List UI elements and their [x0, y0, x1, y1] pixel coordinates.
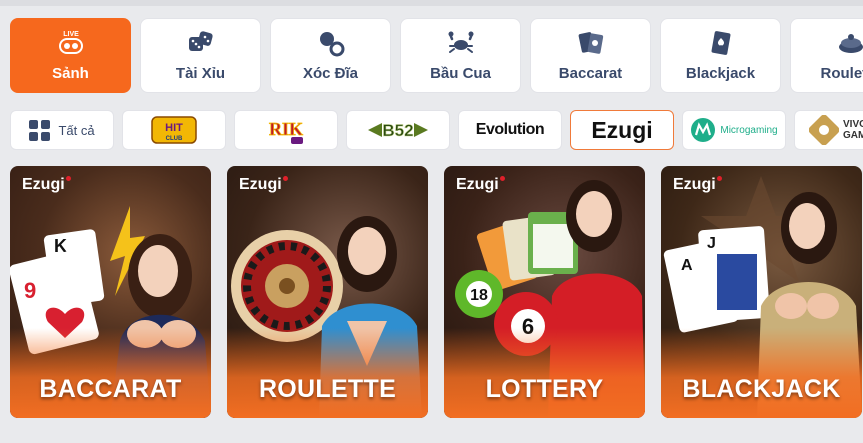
- card-gradient: [10, 328, 211, 418]
- tab-bau-cua[interactable]: Bầu Cua: [400, 18, 521, 93]
- b52-logo: B52: [368, 121, 428, 140]
- tab-label: Baccarat: [558, 65, 623, 82]
- tab-label: Sảnh: [52, 65, 89, 82]
- svg-text:RIK: RIK: [269, 119, 303, 139]
- game-title: LOTTERY: [485, 375, 604, 403]
- provider-all[interactable]: Tất cả: [10, 110, 114, 150]
- rik-logo: RIK: [269, 119, 303, 144]
- provider-rik[interactable]: RIK: [234, 110, 338, 150]
- vivo-logo: VIVO GAMING: [843, 119, 863, 141]
- tab-xoc-dia[interactable]: Xóc Đĩa: [270, 18, 391, 93]
- card-gradient: [661, 328, 862, 418]
- cards-icon: [576, 29, 606, 57]
- game-title: BACCARAT: [39, 375, 182, 403]
- provider-all-label: Tất cả: [58, 122, 95, 138]
- provider-microgaming[interactable]: Microgaming: [682, 110, 786, 150]
- crab-icon: [446, 29, 476, 57]
- card-gradient: [227, 328, 428, 418]
- brand-label: Ezugi: [673, 176, 722, 194]
- card-spade-icon: [706, 29, 736, 57]
- tab-label: Blackjack: [685, 65, 756, 82]
- svg-text:18: 18: [470, 287, 488, 304]
- brand-label: Ezugi: [239, 176, 288, 194]
- disc-icon: [316, 29, 346, 57]
- provider-b52[interactable]: B52: [346, 110, 450, 150]
- tab-baccarat[interactable]: Baccarat: [530, 18, 651, 93]
- card-gradient: [444, 328, 645, 418]
- live-icon: LIVE: [56, 29, 86, 57]
- brand-label: Ezugi: [22, 176, 71, 194]
- tab-sanh[interactable]: LIVE Sảnh: [10, 18, 131, 93]
- game-card-blackjack[interactable]: A J Ezugi BLACKJACK: [661, 166, 862, 418]
- game-title: BLACKJACK: [682, 375, 841, 403]
- svg-text:9: 9: [24, 278, 36, 303]
- provider-vivo[interactable]: VIVO GAMING: [794, 110, 863, 150]
- provider-hitclub[interactable]: HIT CLUB: [122, 110, 226, 150]
- ezugi-logo: Ezugi: [591, 116, 653, 143]
- tab-tai-xiu[interactable]: Tài Xỉu: [140, 18, 261, 93]
- top-divider: [0, 0, 863, 6]
- game-card-lottery[interactable]: 18 6 Ezugi LOTTERY: [444, 166, 645, 418]
- hitclub-logo: HIT CLUB: [151, 116, 197, 144]
- svg-text:J: J: [707, 235, 716, 252]
- svg-text:HIT: HIT: [165, 122, 183, 134]
- live-badge-text: LIVE: [63, 31, 79, 38]
- svg-text:A: A: [681, 257, 693, 274]
- tab-label: Tài Xỉu: [175, 65, 226, 82]
- tab-label: Bầu Cua: [430, 65, 491, 82]
- category-tabs: LIVE Sảnh Tài Xỉu Xóc Đĩa Bầu Cua Baccar…: [10, 18, 863, 93]
- game-grid: K 9 Ezugi BACCARAT Ezugi ROULETTE 18 6 E…: [10, 166, 863, 418]
- grid-icon: [29, 119, 51, 141]
- game-card-roulette[interactable]: Ezugi ROULETTE: [227, 166, 428, 418]
- brand-label: Ezugi: [456, 176, 505, 194]
- tab-label: Xóc Đĩa: [302, 65, 359, 82]
- svg-text:CLUB: CLUB: [166, 136, 183, 142]
- svg-text:B52: B52: [382, 121, 413, 140]
- microgaming-logo: Microgaming: [720, 124, 778, 136]
- game-title: ROULETTE: [258, 375, 397, 403]
- tab-roulette[interactable]: Roulette: [790, 18, 863, 93]
- tab-label: Roulette: [820, 65, 863, 82]
- game-card-baccarat[interactable]: K 9 Ezugi BACCARAT: [10, 166, 211, 418]
- provider-ezugi[interactable]: Ezugi: [570, 110, 674, 150]
- microgaming-logo-mark: [691, 118, 716, 142]
- evolution-logo: Evolution: [475, 121, 545, 138]
- provider-evolution[interactable]: Evolution: [458, 110, 562, 150]
- tab-blackjack[interactable]: Blackjack: [660, 18, 781, 93]
- roulette-icon: [836, 29, 863, 57]
- vivo-logo-mark: [809, 115, 839, 145]
- dice-icon: [186, 29, 216, 57]
- provider-filter: Tất cả HIT CLUB RIK B52 Evolution Ezugi …: [10, 110, 863, 150]
